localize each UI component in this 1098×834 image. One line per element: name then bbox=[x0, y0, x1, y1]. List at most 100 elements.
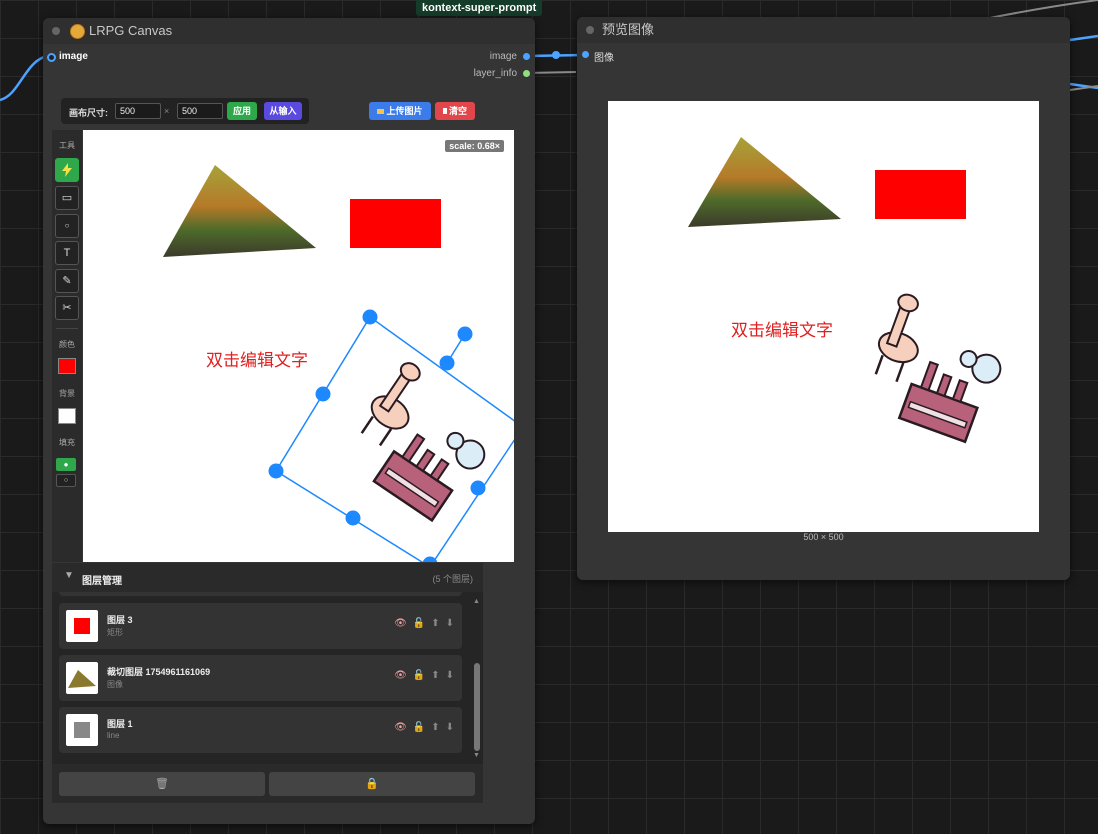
input-slot-image-dot[interactable] bbox=[47, 53, 56, 62]
layer-type: 图像 bbox=[107, 680, 123, 689]
selected-image-layer[interactable] bbox=[83, 130, 514, 562]
drawing-canvas[interactable]: scale: 0.68× 双击编辑文字 bbox=[83, 130, 514, 562]
background-swatch[interactable] bbox=[58, 408, 76, 424]
upload-image-button[interactable]: 上传图片 bbox=[369, 102, 431, 120]
fill-label: 填充 bbox=[59, 438, 75, 447]
preview-llama-factory bbox=[874, 293, 1002, 444]
output-slot-layer-info-label: layer_info bbox=[473, 68, 517, 79]
eye-icon[interactable]: 👁 bbox=[394, 670, 407, 681]
lock-icon[interactable]: 🔓 bbox=[413, 722, 425, 733]
collapse-dot[interactable] bbox=[586, 26, 594, 34]
color-swatch[interactable] bbox=[58, 358, 76, 374]
tool-divider bbox=[56, 328, 78, 329]
scroll-up-arrow-icon[interactable]: ▲ bbox=[473, 598, 480, 605]
rectangle-tool-icon[interactable]: ▭ bbox=[55, 186, 79, 210]
arrow-up-icon[interactable]: ⬆ bbox=[431, 670, 439, 681]
scroll-thumb[interactable] bbox=[474, 663, 480, 751]
node-title-bar[interactable]: LRPG Canvas bbox=[43, 18, 535, 44]
preview-triangle bbox=[688, 137, 841, 227]
pen-tool-icon[interactable]: ✎ bbox=[55, 269, 79, 293]
layer-name: 图层 1 bbox=[107, 719, 133, 729]
background-label: 背景 bbox=[59, 389, 75, 398]
collapse-dot[interactable] bbox=[52, 27, 60, 35]
times-symbol: × bbox=[164, 106, 170, 116]
layer-row[interactable]: 图层 3 矩形 👁 🔓 ⬆ ⬇ bbox=[59, 603, 462, 649]
lock-layer-button[interactable]: 🔒 bbox=[269, 772, 475, 796]
input-slot-image-label: image bbox=[59, 51, 88, 62]
layer-panel-header[interactable]: ▼ 图层管理 (5 个图层) bbox=[52, 563, 483, 591]
preview-red-rectangle bbox=[875, 170, 966, 219]
layer-panel-title: 图层管理 bbox=[82, 576, 122, 587]
arrow-up-icon[interactable]: ⬆ bbox=[431, 618, 439, 629]
canvas-width-input[interactable]: 500 bbox=[115, 103, 161, 119]
lock-icon: 🔒 bbox=[365, 778, 379, 790]
layer-list-scrollbar[interactable]: ▲ ▼ bbox=[473, 598, 481, 760]
layer-actions: 👁 🔓 ⬆ ⬇ bbox=[388, 618, 454, 629]
arrow-down-icon[interactable]: ⬇ bbox=[446, 670, 454, 681]
preview-dimensions: 500 × 500 bbox=[803, 532, 844, 542]
transform-handle bbox=[422, 556, 438, 562]
llama-factory-illustration bbox=[360, 362, 486, 523]
apply-button[interactable]: 应用 bbox=[227, 102, 257, 120]
scissors-tool-icon[interactable]: ✂ bbox=[55, 296, 79, 320]
layer-list[interactable]: 图层 3 矩形 👁 🔓 ⬆ ⬇ 裁切图层 1754961161069 图像 👁 🔓 ⬆ ⬇ … bbox=[52, 592, 483, 764]
transform-handle bbox=[345, 510, 361, 526]
output-slot-image-label: image bbox=[489, 51, 517, 62]
fill-outline-button[interactable]: ○ bbox=[56, 474, 76, 487]
canvas-size-bar: 画布尺寸: 500 × 500 应用 从输入 bbox=[61, 98, 309, 124]
text-tool-icon[interactable]: T bbox=[55, 241, 79, 265]
node-title: LRPG Canvas bbox=[89, 23, 173, 38]
scroll-down-arrow-icon[interactable]: ▼ bbox=[473, 752, 480, 759]
preview-canvas-text: 双击编辑文字 bbox=[731, 321, 833, 340]
partial-layer-row bbox=[59, 592, 462, 596]
layer-thumbnail bbox=[66, 610, 98, 642]
node-title-bar[interactable]: 预览图像 bbox=[577, 17, 1070, 43]
layer-thumbnail bbox=[66, 714, 98, 746]
color-label: 颜色 bbox=[59, 340, 75, 349]
delete-layer-button[interactable]: 🗑 bbox=[59, 772, 265, 796]
folder-icon bbox=[377, 109, 385, 114]
trash-icon: 🗑 bbox=[155, 778, 169, 790]
node-tag-kontext[interactable]: kontext-super-prompt bbox=[416, 0, 543, 16]
transform-handle bbox=[470, 480, 486, 496]
input-slot-image-dot[interactable] bbox=[582, 51, 589, 58]
rotate-handle bbox=[457, 326, 473, 342]
output-slot-image-dot[interactable] bbox=[523, 53, 530, 60]
from-input-button[interactable]: 从输入 bbox=[264, 102, 302, 120]
eye-icon[interactable]: 👁 bbox=[394, 618, 407, 629]
collapse-triangle-icon[interactable]: ▼ bbox=[64, 570, 74, 581]
layer-row[interactable]: 裁切图层 1754961161069 图像 👁 🔓 ⬆ ⬇ bbox=[59, 655, 462, 701]
transform-handle bbox=[439, 355, 455, 371]
lock-icon[interactable]: 🔓 bbox=[413, 618, 425, 629]
arrow-down-icon[interactable]: ⬇ bbox=[446, 618, 454, 629]
clear-button[interactable]: 清空 bbox=[435, 102, 475, 120]
input-slot-image-label: 图像 bbox=[594, 53, 614, 64]
layer-type: line bbox=[107, 731, 120, 740]
arrow-down-icon[interactable]: ⬇ bbox=[446, 722, 454, 733]
output-slot-layer-info-dot[interactable] bbox=[523, 70, 530, 77]
layer-type: 矩形 bbox=[107, 628, 123, 637]
tool-sidebar: 工具 ▭ ○ T ✎ ✂ 颜色 背景 填充 ● ○ bbox=[52, 130, 82, 562]
node-title: 预览图像 bbox=[602, 22, 655, 37]
transform-handle bbox=[268, 463, 284, 479]
select-tool-lightning-icon[interactable] bbox=[55, 158, 79, 182]
eye-icon[interactable]: 👁 bbox=[394, 722, 407, 733]
canvas-height-input[interactable]: 500 bbox=[177, 103, 223, 119]
circle-tool-icon[interactable]: ○ bbox=[55, 214, 79, 238]
trash-icon bbox=[442, 108, 447, 114]
arrow-up-icon[interactable]: ⬆ bbox=[431, 722, 439, 733]
layer-row[interactable]: 图层 1 line 👁 🔓 ⬆ ⬇ bbox=[59, 707, 462, 753]
preview-image: 双击编辑文字 bbox=[608, 101, 1039, 532]
layer-actions: 👁 🔓 ⬆ ⬇ bbox=[388, 722, 454, 733]
layer-name: 裁切图层 1754961161069 bbox=[107, 667, 211, 677]
tools-section-label: 工具 bbox=[59, 141, 75, 150]
palette-icon bbox=[70, 24, 85, 39]
lock-icon[interactable]: 🔓 bbox=[413, 670, 425, 681]
fill-solid-button[interactable]: ● bbox=[56, 458, 76, 471]
layer-actions: 👁 🔓 ⬆ ⬇ bbox=[388, 670, 454, 681]
clear-label: 清空 bbox=[448, 106, 467, 116]
layer-thumbnail bbox=[66, 662, 98, 694]
layer-count: (5 个图层) bbox=[432, 574, 473, 584]
canvas-size-label: 画布尺寸: bbox=[69, 108, 108, 118]
transform-handle bbox=[362, 309, 378, 325]
